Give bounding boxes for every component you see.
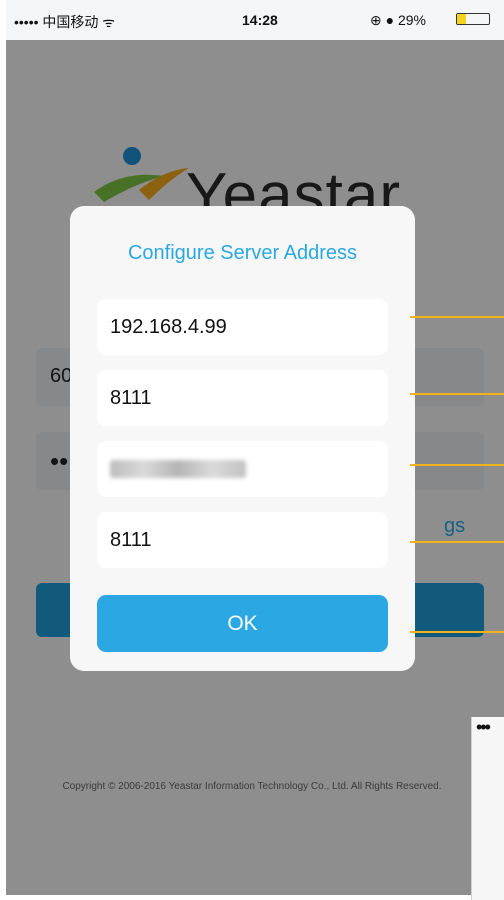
status-dots: •••	[476, 717, 491, 737]
callout-line	[410, 631, 504, 633]
redacted-address	[110, 460, 246, 478]
status-icons: ⊕ ● 29%	[370, 12, 426, 28]
callout-line	[410, 393, 504, 395]
dialog-title: Configure Server Address	[127, 242, 357, 264]
callout-line	[410, 541, 504, 543]
ok-button[interactable]: OK	[97, 595, 388, 652]
server-port-value: 8111	[110, 387, 152, 409]
server-port-field[interactable]: 8111	[97, 370, 388, 426]
external-port-value: 8111	[110, 529, 152, 551]
battery-icon	[456, 13, 490, 25]
external-port-field[interactable]: 8111	[97, 512, 388, 568]
carrier-label: ••••• 中国移动 ᯤ	[14, 14, 116, 30]
server-address-field[interactable]: 192.168.4.99	[97, 299, 388, 355]
external-address-field[interactable]	[97, 441, 388, 497]
callout-line	[410, 316, 504, 318]
configure-server-dialog: Configure Server Address 192.168.4.99 81…	[70, 206, 415, 671]
status-bar: ••••• 中国移动 ᯤ 14:28 ⊕ ● 29%	[6, 0, 504, 40]
clock: 14:28	[242, 12, 278, 28]
callout-line	[410, 464, 504, 466]
server-address-value: 192.168.4.99	[110, 316, 227, 338]
second-screenshot-fragment: •••	[471, 717, 504, 900]
